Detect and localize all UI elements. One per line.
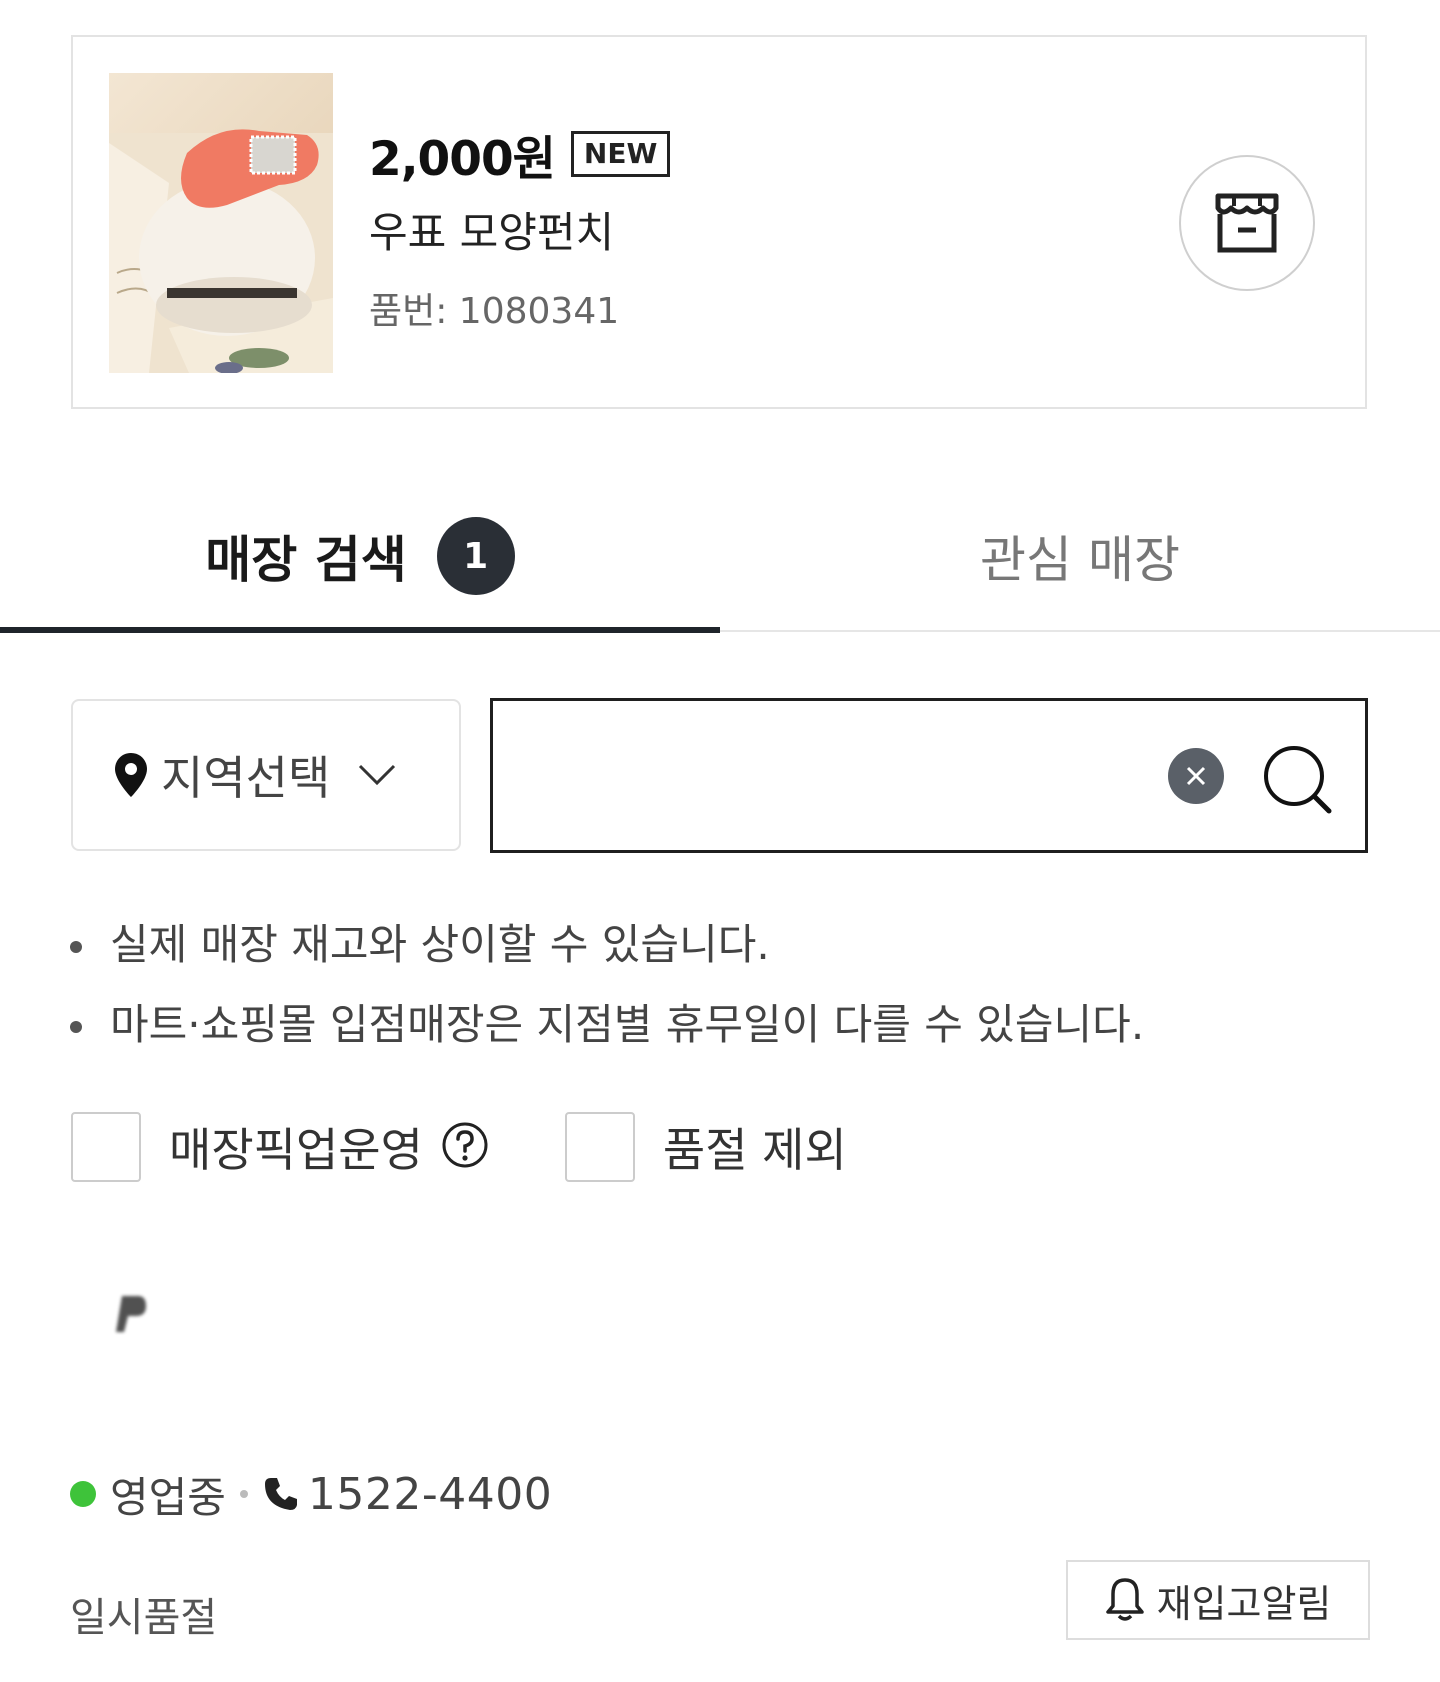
question-circle-icon: [442, 1122, 488, 1168]
new-badge: NEW: [570, 131, 671, 177]
store-search-input[interactable]: [513, 731, 1137, 823]
tab-store-search[interactable]: 매장 검색 1: [0, 480, 720, 632]
close-icon: [1186, 766, 1206, 786]
store-logo: [108, 1290, 152, 1334]
pickup-checkbox[interactable]: [71, 1112, 141, 1182]
filter-row: 매장픽업운영 품절 제외: [71, 1112, 847, 1182]
punch-illustration: [109, 129, 333, 373]
active-tab-indicator: [0, 627, 720, 633]
notice-text: 마트·쇼핑몰 입점매장은 지점별 휴무일이 다를 수 있습니다.: [110, 1000, 1145, 1049]
tab-favorite-stores[interactable]: 관심 매장: [720, 480, 1440, 632]
search-button[interactable]: [1261, 743, 1335, 817]
product-name: 우표 모양펀치: [369, 208, 615, 257]
store-icon: [1215, 193, 1279, 253]
product-code: 품번: 1080341: [369, 291, 620, 332]
restock-alert-button[interactable]: 재입고알림: [1066, 1560, 1370, 1640]
store-status-row: 영업중 1522-4400: [70, 1464, 552, 1524]
help-icon[interactable]: [441, 1121, 489, 1173]
store-tabs: 매장 검색 1 관심 매장: [0, 480, 1440, 636]
restock-alert-label: 재입고알림: [1156, 1581, 1332, 1626]
bullet-icon: [70, 941, 82, 953]
region-select-label: 지역선택: [161, 751, 331, 805]
region-select[interactable]: 지역선택: [71, 699, 461, 851]
exclude-soldout-checkbox[interactable]: [564, 1112, 635, 1182]
tab-count-badge: 1: [436, 517, 515, 595]
phone-icon: [264, 1478, 297, 1510]
location-pin-icon: [115, 753, 147, 797]
notice-list: 실제 매장 재고와 상이할 수 있습니다. 마트·쇼핑몰 입점매장은 지점별 휴…: [70, 905, 1144, 1065]
product-info: 2,000원 NEW 우표 모양펀치 품번: 1080341: [369, 123, 671, 334]
pickup-filter-label: 매장픽업운영: [169, 1123, 423, 1177]
open-status-dot: [70, 1481, 96, 1507]
store-phone-link[interactable]: 1522-4400: [308, 1469, 552, 1520]
tab-store-search-label: 매장 검색: [205, 531, 407, 589]
notice-item: 실제 매장 재고와 상이할 수 있습니다.: [70, 905, 1144, 985]
chevron-down-icon: [359, 764, 396, 786]
clear-search-button[interactable]: [1168, 748, 1224, 804]
separator-dot: [239, 1490, 248, 1498]
store-search-box: [490, 698, 1368, 853]
price-row: 2,000원 NEW: [369, 123, 671, 187]
notice-text: 실제 매장 재고와 상이할 수 있습니다.: [110, 920, 770, 969]
product-image: [109, 73, 333, 373]
open-status-label: 영업중: [110, 1472, 226, 1522]
notice-item: 마트·쇼핑몰 입점매장은 지점별 휴무일이 다를 수 있습니다.: [70, 985, 1144, 1065]
search-icon: [1264, 746, 1332, 814]
tab-favorite-stores-label: 관심 매장: [980, 531, 1180, 589]
bullet-icon: [70, 1021, 82, 1033]
product-price: 2,000원: [369, 131, 556, 187]
exclude-soldout-label: 품절 제외: [662, 1123, 847, 1177]
bell-icon: [1105, 1578, 1144, 1621]
store-button[interactable]: [1179, 155, 1315, 291]
product-card: 2,000원 NEW 우표 모양펀치 품번: 1080341: [71, 35, 1367, 409]
stock-status: 일시품절: [70, 1595, 218, 1641]
